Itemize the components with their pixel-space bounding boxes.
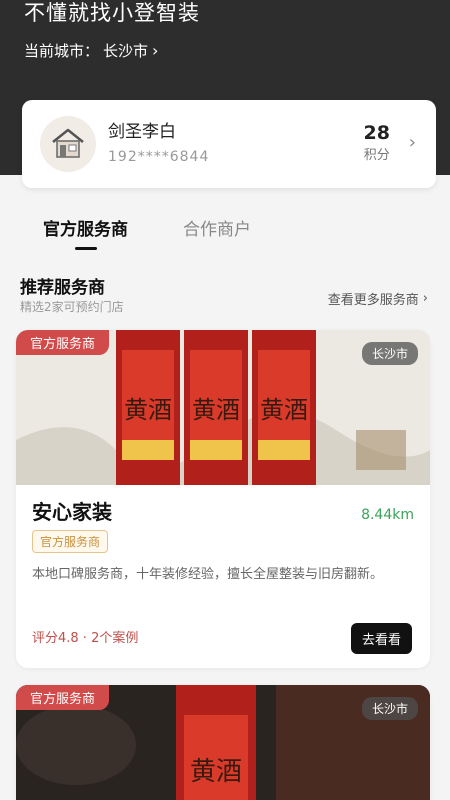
vendor-description: 本地口碑服务商，十年装修经验，擅长全屋整装与旧房翻新。 (32, 567, 384, 582)
tab-partner[interactable]: 合作商户 (183, 215, 251, 240)
tab-bar: 官方服务商 合作商户 (0, 215, 450, 255)
city-tag: 长沙市 (361, 342, 418, 365)
house-icon (52, 128, 84, 158)
active-tab-indicator (75, 247, 97, 250)
vendor-name: 安心家装 (32, 500, 112, 524)
vendor-distance: 8.44km (361, 507, 414, 523)
city-tag: 长沙市 (361, 697, 418, 720)
vendor-card[interactable]: 黄酒 官方服务商 长沙市 (16, 685, 430, 800)
official-badge: 官方服务商 (32, 530, 109, 553)
section-subtitle: 精选2家可预约门店 (20, 300, 124, 314)
bottle-label-text: 黄酒 (124, 396, 172, 424)
vendor-card[interactable]: 黄酒 黄酒 黄酒 官方服务商 长沙市 安心家装 8.44km 官方服务商 本地口… (16, 330, 430, 668)
chevron-right-icon: › (408, 132, 416, 153)
user-phone: 192****6844 (108, 149, 210, 165)
bottle-label-text: 黄酒 (192, 396, 240, 424)
vendor-rating: 评分4.8 · 2个案例 (32, 631, 139, 646)
points: 28 积分 (364, 122, 390, 163)
bottle-label-text: 黄酒 (190, 757, 242, 787)
more-link-label: 查看更多服务商 (327, 293, 419, 308)
city-value: 长沙市 (103, 42, 149, 60)
official-tag: 官方服务商 (16, 685, 110, 710)
points-label: 积分 (363, 148, 390, 163)
section-title: 推荐服务商 (20, 278, 105, 298)
chevron-right-icon: › (422, 291, 428, 306)
city-label: 当前城市： (24, 42, 100, 60)
bottle-label-text: 黄酒 (260, 396, 308, 424)
vendor-banner-image: 黄酒 官方服务商 长沙市 (16, 685, 430, 800)
tab-official[interactable]: 官方服务商 (43, 215, 128, 240)
vendor-banner-image: 黄酒 黄酒 黄酒 官方服务商 长沙市 (16, 330, 430, 485)
user-name: 剑圣李白 (108, 122, 176, 142)
view-vendor-button[interactable]: 去看看 (350, 623, 412, 654)
points-value: 28 (363, 122, 390, 144)
avatar (40, 116, 96, 172)
user-card[interactable]: 剑圣李白 192****6844 28 积分 › (22, 100, 436, 188)
more-vendors-link[interactable]: 查看更多服务商 › (328, 289, 428, 308)
official-tag: 官方服务商 (16, 330, 110, 355)
app-title: 不懂就找小登智装 (24, 1, 200, 25)
city-selector[interactable]: 当前城市： 长沙市 › (24, 40, 158, 61)
chevron-right-icon: › (152, 41, 159, 60)
